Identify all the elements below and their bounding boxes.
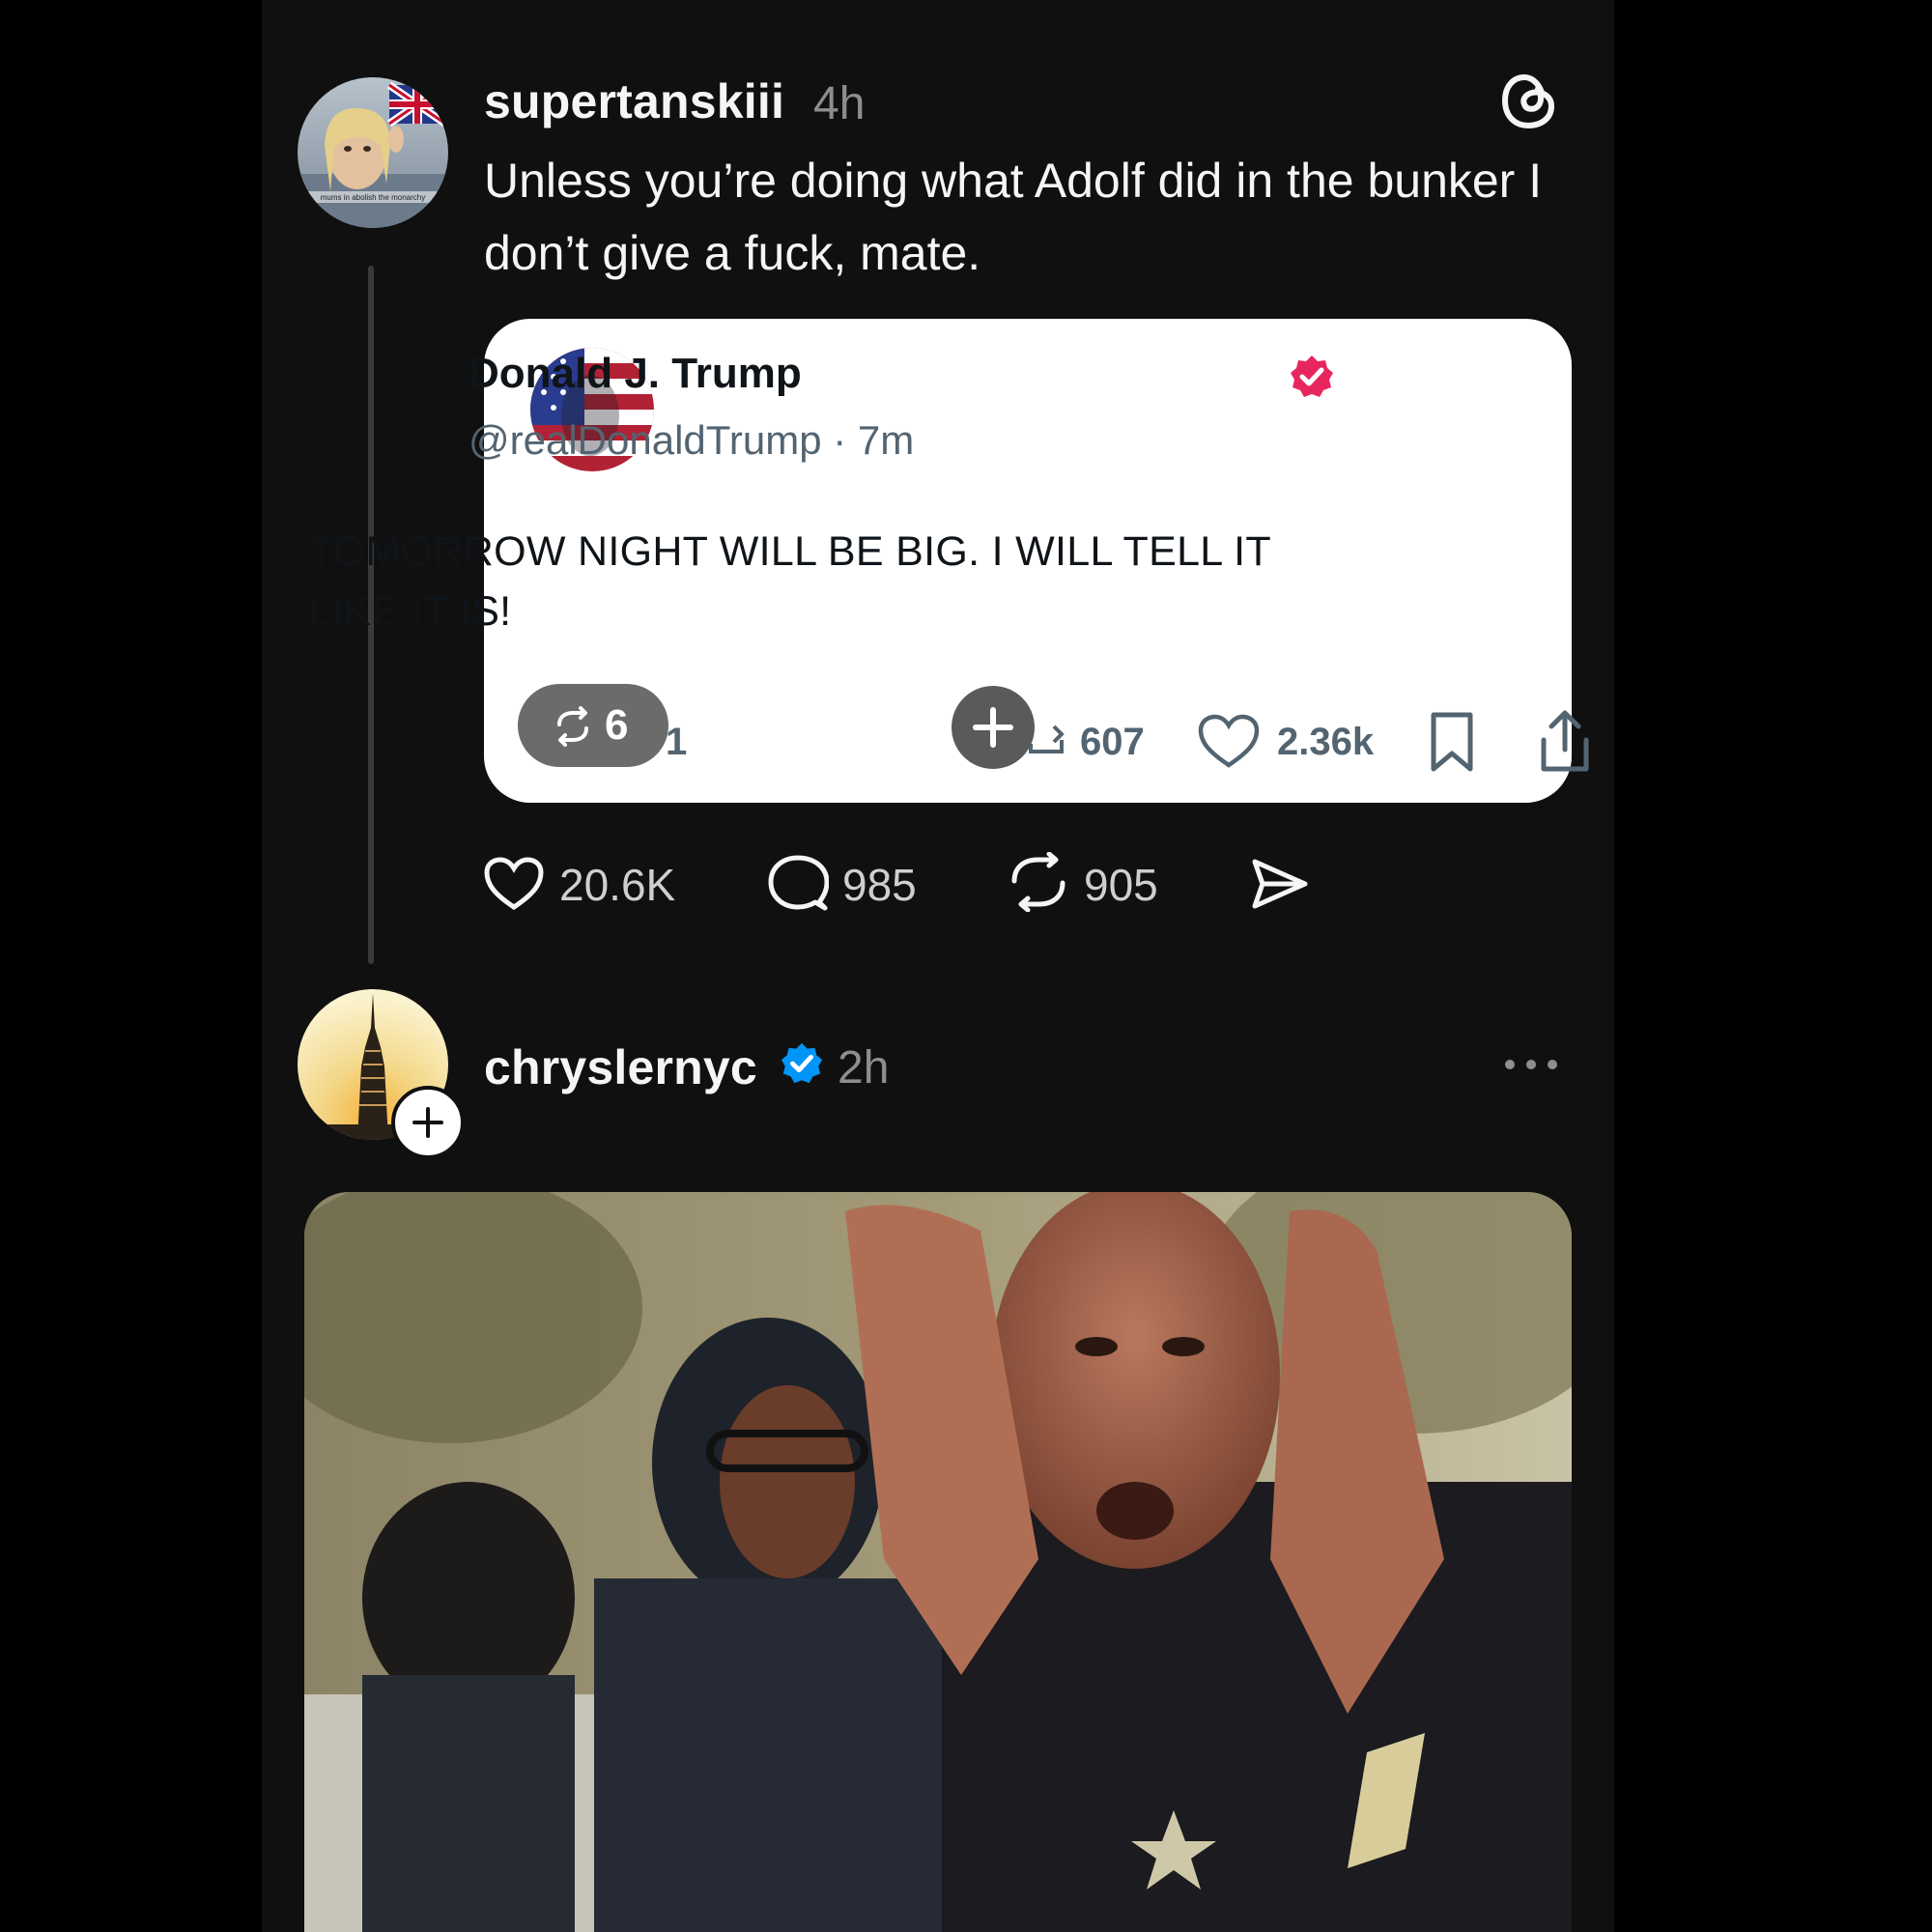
post1-reply-icon[interactable] (767, 854, 829, 914)
quoted-like-count: 2.36k (1277, 721, 1375, 763)
post2-more-icon[interactable] (1502, 1055, 1560, 1074)
pill-repost-count: 6 (605, 701, 629, 749)
quoted-handle-time: @realDonaldTrump · 7m (469, 417, 915, 463)
quoted-retruth-count: 607 (1080, 721, 1145, 763)
post1-repost-icon[interactable] (1007, 852, 1070, 912)
post2-username[interactable]: chryslernyc (484, 1039, 757, 1095)
threads-logo-icon[interactable] (1499, 68, 1557, 133)
verified-badge-icon (781, 1042, 823, 1084)
post1-time: 4h (813, 78, 866, 129)
post2-media-gif[interactable] (304, 1192, 1572, 1932)
quoted-share-icon[interactable] (1536, 707, 1594, 775)
post1-like-count: 20.6K (559, 860, 676, 910)
quoted-bookmark-icon[interactable] (1428, 711, 1476, 773)
post1-like-icon[interactable] (483, 856, 545, 912)
post1-username[interactable]: supertanskiii (484, 73, 784, 129)
threads-feed: mums in abolish the monarchy supertanski… (262, 0, 1614, 1932)
post2-time: 2h (838, 1042, 890, 1094)
quoted-author-name: Donald J. Trump (469, 350, 802, 397)
supertanskiii-avatar[interactable]: mums in abolish the monarchy (298, 77, 448, 228)
truth-verified-badge-icon (1291, 355, 1333, 397)
pill-repost-icon (557, 706, 588, 747)
quoted-like-icon[interactable] (1197, 713, 1261, 771)
post1-share-icon[interactable] (1249, 856, 1309, 912)
plus-icon (973, 707, 1013, 748)
quoted-reply-count-partial: 1 (666, 721, 688, 763)
quoted-text: TOMORROW NIGHT WILL BE BIG. I WILL TELL … (308, 528, 1271, 635)
post1-text: Unless you’re doing what Adolf did in th… (484, 154, 1543, 280)
post1-repost-count: 905 (1084, 860, 1158, 910)
avatar-caption: mums in abolish the monarchy (321, 193, 426, 202)
post1-reply-count: 985 (842, 860, 917, 910)
follow-plus-icon (412, 1107, 443, 1138)
